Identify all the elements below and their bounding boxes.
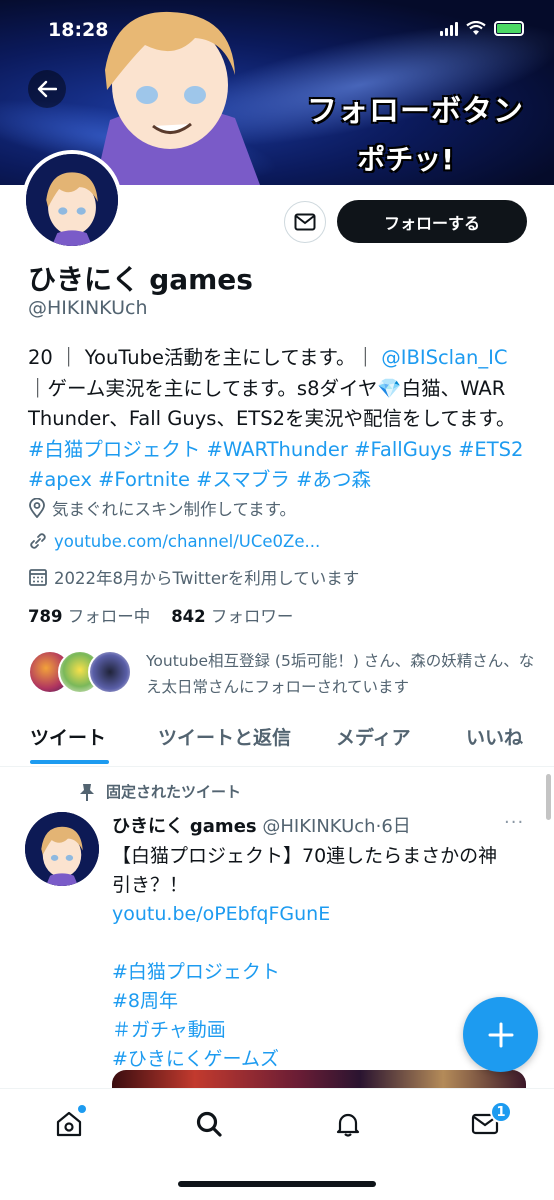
profile-name: ひきにく games xyxy=(28,263,253,296)
followers-label: フォロワー xyxy=(210,607,294,626)
hashtag-link[interactable]: #白猫プロジェクト xyxy=(28,438,200,461)
tweet-hashtag[interactable]: #8周年 xyxy=(112,987,532,1016)
tab-likes[interactable]: いいね xyxy=(466,723,523,750)
status-icons xyxy=(440,21,524,36)
status-bar: 18:28 xyxy=(0,0,554,62)
search-icon xyxy=(196,1111,222,1137)
profile-avatar[interactable] xyxy=(22,150,122,250)
link-icon xyxy=(30,533,46,549)
scrollbar[interactable] xyxy=(546,774,551,820)
plus-icon xyxy=(488,1022,513,1047)
followed-by-text: Youtube相互登録 (5垢可能！) さん、森の妖精さん、なえ太日常さんにフォ… xyxy=(146,652,535,696)
tab-tweets-and-replies[interactable]: ツイートと返信 xyxy=(158,723,291,750)
following-label: フォロー中 xyxy=(67,607,151,626)
profile-bio: 20 ｜ YouTube活動を主にしてます。｜ @IBISclan_IC ｜ゲー… xyxy=(28,343,528,496)
hashtag-link[interactable]: #WARThunder xyxy=(207,438,348,461)
followed-by[interactable]: Youtube相互登録 (5垢可能！) さん、森の妖精さん、なえ太日常さんにフォ… xyxy=(28,648,534,700)
mail-icon xyxy=(294,213,316,231)
banner-caption: フォローボタン ポチッ! xyxy=(307,86,524,178)
follower-avatar xyxy=(88,650,132,694)
home-notification-dot xyxy=(78,1105,86,1113)
profile-location: 気まぐれにスキン制作してます。 xyxy=(28,496,296,520)
home-icon xyxy=(56,1111,82,1137)
tweet-author-handle[interactable]: @HIKINKUch xyxy=(262,816,375,837)
nav-notifications[interactable] xyxy=(331,1107,365,1141)
followers-count: 842 xyxy=(171,607,206,626)
following-link[interactable]: 789 フォロー中 xyxy=(28,607,150,626)
profile-tabs: ツイート ツイートと返信 メディア いいね xyxy=(0,713,554,767)
status-time: 18:28 xyxy=(48,19,109,41)
avatar-illustration xyxy=(25,812,99,886)
diamond-emoji: 💎 xyxy=(377,376,402,400)
banner-caption-line1: フォローボタン xyxy=(307,94,524,129)
message-button[interactable] xyxy=(284,201,326,243)
follow-button[interactable]: フォローする xyxy=(337,200,527,243)
tweet-link[interactable]: youtu.be/oPEbfqFGunE xyxy=(112,900,532,929)
tweet-text-line: 【白猫プロジェクト】70連したらまさかの神 xyxy=(112,845,498,867)
followed-by-avatars xyxy=(28,648,134,696)
tweet-avatar[interactable] xyxy=(25,812,99,886)
profile-joined: 2022年8月からTwitterを利用しています xyxy=(28,565,359,589)
compose-tweet-button[interactable] xyxy=(463,997,538,1072)
location-text: 気まぐれにスキン制作してます。 xyxy=(52,500,297,519)
tweet-text-line: 引き？！ xyxy=(112,874,189,896)
joined-text: 2022年8月からTwitterを利用しています xyxy=(54,569,360,588)
hashtag-link[interactable]: #あつ森 xyxy=(296,468,371,491)
follow-counts: 789 フォロー中 842 フォロワー xyxy=(28,603,293,627)
hashtag-link[interactable]: #apex xyxy=(28,468,92,491)
home-indicator xyxy=(178,1181,376,1187)
hashtag-link[interactable]: #FallGuys xyxy=(354,438,452,461)
hashtag-link[interactable]: #Fortnite xyxy=(98,468,190,491)
nav-search[interactable] xyxy=(192,1107,226,1141)
tweet-time: ·6日 xyxy=(375,816,411,837)
pinned-text: 固定されたツイート xyxy=(106,783,242,801)
tweet-hashtag[interactable]: #白猫プロジェクト xyxy=(112,958,532,987)
bio-text-2: ｜ゲーム実況を主にしてます。s8ダイヤ xyxy=(28,376,378,400)
avatar-illustration xyxy=(26,154,118,246)
tweet-more-icon[interactable]: ··· xyxy=(504,812,524,833)
calendar-icon xyxy=(29,569,47,586)
profile-handle: @HIKINKUch xyxy=(28,297,148,319)
tweet-header: ひきにく games @HIKINKUch·6日 xyxy=(112,812,411,838)
profile-url-link[interactable]: youtube.com/channel/UCe0Ze... xyxy=(54,532,320,551)
tab-media[interactable]: メディア xyxy=(336,723,411,750)
tweet-author-name[interactable]: ひきにく games xyxy=(112,816,257,837)
wifi-icon xyxy=(466,21,486,35)
notifications-icon xyxy=(336,1113,360,1137)
back-arrow-icon xyxy=(37,80,57,98)
back-button[interactable] xyxy=(28,70,66,108)
battery-icon xyxy=(494,21,524,36)
active-tab-indicator xyxy=(30,760,109,764)
hashtag-link[interactable]: #ETS2 xyxy=(458,438,523,461)
following-count: 789 xyxy=(28,607,63,626)
hashtag-link[interactable]: #スマブラ xyxy=(196,468,290,491)
bio-text-1: 20 ｜ YouTube活動を主にしてます。｜ xyxy=(28,346,375,369)
pinned-tweet-label: 固定されたツイート xyxy=(78,781,241,802)
messages-badge: 1 xyxy=(490,1101,512,1123)
tab-tweets[interactable]: ツイート xyxy=(30,723,106,750)
profile-url[interactable]: youtube.com/channel/UCe0Ze... xyxy=(28,531,320,551)
banner-caption-line2: ポチッ! xyxy=(357,143,454,176)
location-pin-icon xyxy=(29,498,45,518)
bio-mention-link[interactable]: @IBISclan_IC xyxy=(381,346,507,369)
followers-link[interactable]: 842 フォロワー xyxy=(171,607,293,626)
pin-icon xyxy=(80,783,94,801)
cellular-signal-icon xyxy=(440,21,458,36)
